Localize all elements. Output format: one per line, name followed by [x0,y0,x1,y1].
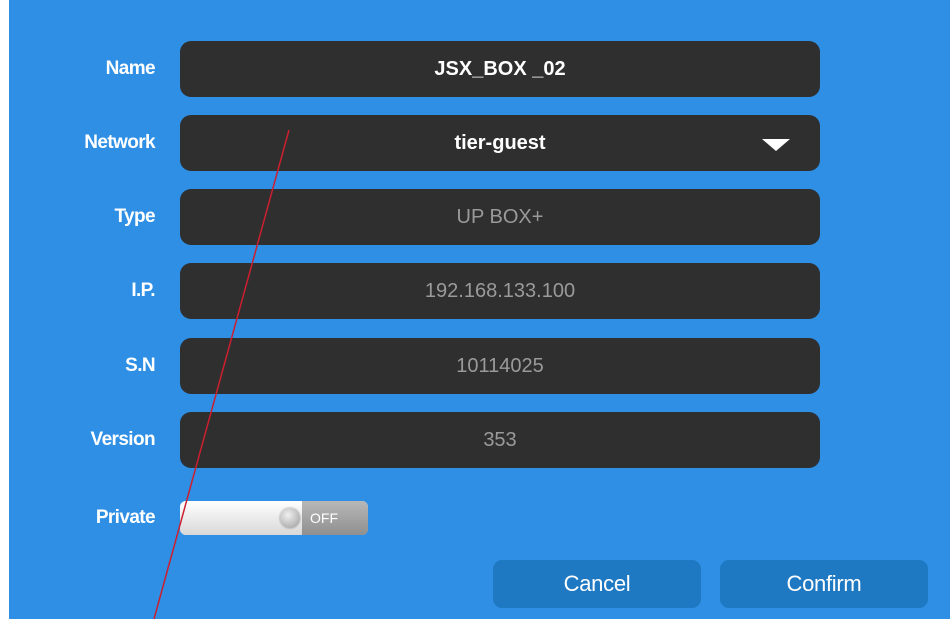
sn-field: 10114025 [180,338,820,394]
toggle-knob[interactable] [280,508,300,528]
name-field[interactable]: JSX_BOX _02 [180,41,820,97]
ip-field: 192.168.133.100 [180,263,820,319]
cancel-button[interactable]: Cancel [493,560,701,608]
private-label: Private [95,507,156,528]
network-row: Network tier-guest [9,115,950,171]
network-select[interactable]: tier-guest [180,115,820,171]
sn-label: S.N [125,355,155,376]
type-field: UP BOX+ [180,189,820,245]
network-selected-value: tier-guest [454,132,546,154]
private-toggle[interactable]: OFF [180,501,368,535]
ip-label: I.P. [131,280,155,301]
chevron-down-icon[interactable] [762,139,790,151]
confirm-button[interactable]: Confirm [720,560,928,608]
ip-row: I.P. 192.168.133.100 [9,263,950,319]
network-label: Network [84,132,155,153]
version-label: Version [90,429,156,450]
device-settings-panel: Name JSX_BOX _02 Network tier-guest Type… [9,0,950,619]
type-label: Type [114,206,155,227]
sn-row: S.N 10114025 [9,338,950,394]
name-row: Name JSX_BOX _02 [9,41,950,97]
name-label: Name [105,58,156,79]
version-field: 353 [180,412,820,468]
type-row: Type UP BOX+ [9,189,950,245]
version-row: Version 353 [9,412,950,468]
toggle-state-label: OFF [302,501,368,535]
private-row: Private [9,490,950,546]
